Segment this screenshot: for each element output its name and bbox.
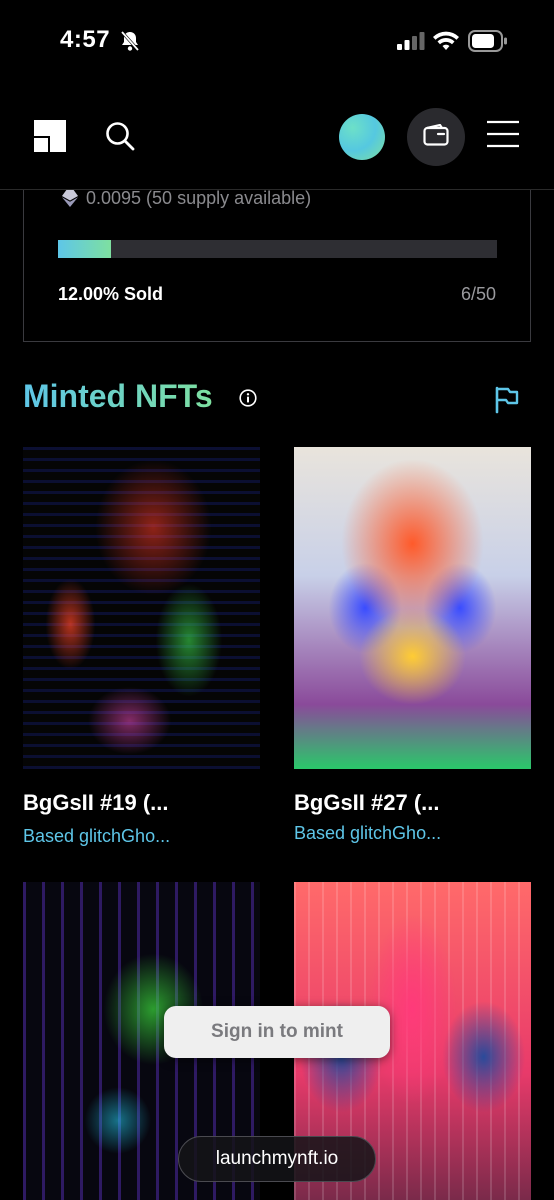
nft-image[interactable] [23,447,260,769]
price-text: 0.0095 (50 supply available) [86,188,312,208]
nft-collection[interactable]: Based glitchGho... [294,823,441,844]
section-title: Minted NFTs [23,378,213,414]
status-bar: 4:57 [0,0,554,90]
logo-icon[interactable] [34,120,66,157]
nft-image[interactable] [294,447,531,769]
wifi-icon [432,30,460,57]
top-navigation [0,90,554,190]
bell-muted-icon [120,30,140,57]
wallet-icon [423,123,449,151]
nft-name[interactable]: BgGsII #27 (... [294,790,440,816]
sold-percentage: 12.00% Sold [58,284,164,304]
flag-icon[interactable] [494,386,520,419]
cellular-signal-icon [397,32,425,55]
mint-progress-fill [58,240,111,258]
battery-icon [468,30,508,57]
status-time: 4:57 [60,26,111,53]
domain-link[interactable]: launchmynft.io [178,1136,376,1182]
nft-collection[interactable]: Based glitchGho... [23,826,170,847]
nft-name[interactable]: BgGsII #19 (... [23,790,169,816]
hamburger-menu-icon[interactable] [486,120,520,153]
mint-progress-bar [58,240,497,258]
sold-count: 6/50 [460,284,496,304]
search-icon[interactable] [104,120,136,157]
sign-in-to-mint-button[interactable]: Sign in to mint [164,1006,390,1058]
wallet-button[interactable] [407,108,465,166]
avatar[interactable] [339,114,385,160]
info-icon[interactable] [239,389,257,412]
